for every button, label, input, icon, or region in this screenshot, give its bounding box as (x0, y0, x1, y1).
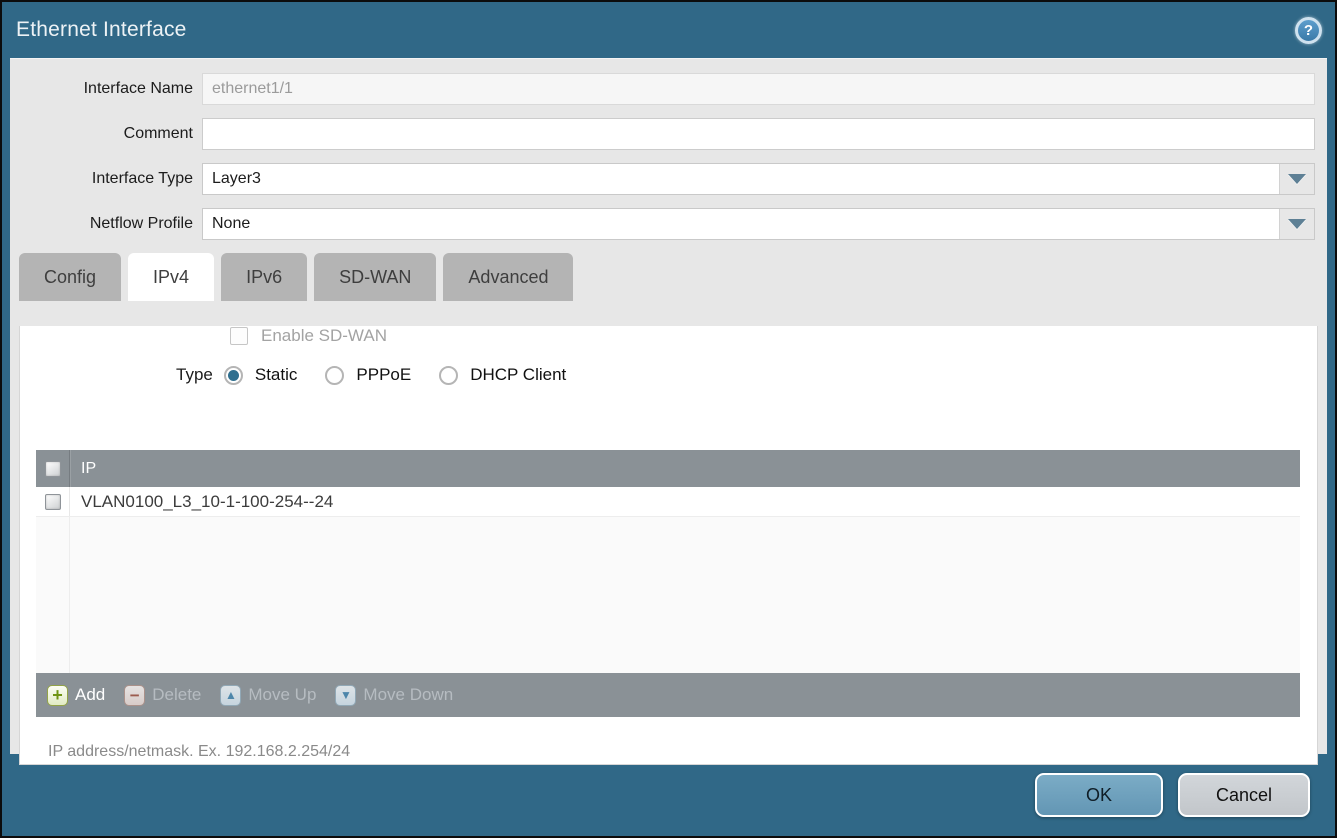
ip-table: IP VLAN0100_L3_10-1-100-254--24 + Add (36, 450, 1300, 717)
ethernet-interface-dialog: Ethernet Interface ? Interface Name Comm… (0, 0, 1337, 838)
tab-sdwan-label: SD-WAN (339, 267, 411, 288)
dialog-content: Interface Name Comment Interface Type La… (10, 58, 1327, 754)
ipv4-tab-panel: Enable SD-WAN Type Static PPPoE DHCP Cli… (19, 326, 1318, 765)
radio-pppoe-label: PPPoE (356, 365, 411, 385)
radio-pppoe[interactable]: PPPoE (325, 365, 411, 385)
tab-sdwan[interactable]: SD-WAN (314, 253, 436, 301)
netflow-profile-row: Netflow Profile None (10, 208, 1327, 240)
tab-ipv4-label: IPv4 (153, 267, 189, 288)
move-up-button[interactable]: ▲ Move Up (220, 685, 316, 706)
move-up-icon: ▲ (220, 685, 241, 706)
radio-pppoe-control[interactable] (325, 366, 344, 385)
move-up-button-label: Move Up (248, 685, 316, 705)
ip-table-header: IP (36, 450, 1300, 487)
ok-button[interactable]: OK (1035, 773, 1163, 817)
interface-name-row: Interface Name (10, 73, 1327, 105)
interface-type-label: Interface Type (10, 170, 202, 188)
row-checkbox-cell (36, 487, 70, 516)
tab-ipv6-label: IPv6 (246, 267, 282, 288)
comment-row: Comment (10, 118, 1327, 150)
help-icon[interactable]: ? (1295, 17, 1322, 44)
ip-column-header: IP (70, 460, 96, 478)
chevron-down-icon (1288, 174, 1306, 184)
checkbox-column-line (36, 517, 70, 673)
netflow-profile-label: Netflow Profile (10, 215, 202, 233)
add-icon: + (47, 685, 68, 706)
interface-type-row: Interface Type Layer3 (10, 163, 1327, 195)
dialog-footer: OK Cancel (2, 754, 1335, 836)
tab-config[interactable]: Config (19, 253, 121, 301)
type-radio-row: Type Static PPPoE DHCP Client (176, 365, 1317, 385)
table-empty-area (36, 517, 1300, 673)
enable-sdwan-row: Enable SD-WAN (230, 326, 1317, 346)
move-down-button[interactable]: ▼ Move Down (335, 685, 453, 706)
radio-dhcp-client-control[interactable] (439, 366, 458, 385)
tab-advanced-label: Advanced (468, 267, 548, 288)
comment-field[interactable] (202, 118, 1315, 150)
select-all-checkbox[interactable] (45, 461, 61, 477)
radio-dhcp-client[interactable]: DHCP Client (439, 365, 566, 385)
tab-advanced[interactable]: Advanced (443, 253, 573, 301)
comment-label: Comment (10, 125, 202, 143)
netflow-profile-value: None (203, 209, 1279, 239)
add-button-label: Add (75, 685, 105, 705)
netflow-profile-select[interactable]: None (202, 208, 1315, 240)
move-down-icon: ▼ (335, 685, 356, 706)
delete-button[interactable]: − Delete (124, 685, 201, 706)
enable-sdwan-checkbox (230, 327, 248, 345)
delete-button-label: Delete (152, 685, 201, 705)
interface-type-value: Layer3 (203, 164, 1279, 194)
add-button[interactable]: + Add (47, 685, 105, 706)
title-bar: Ethernet Interface ? (2, 2, 1335, 58)
interface-type-dropdown-button[interactable] (1279, 164, 1314, 194)
dialog-title: Ethernet Interface (16, 2, 187, 58)
cancel-button[interactable]: Cancel (1178, 773, 1310, 817)
tab-config-label: Config (44, 267, 96, 288)
tab-strip: Config IPv4 IPv6 SD-WAN Advanced (19, 253, 1327, 301)
table-row[interactable]: VLAN0100_L3_10-1-100-254--24 (36, 487, 1300, 517)
delete-icon: − (124, 685, 145, 706)
radio-static-label: Static (255, 365, 298, 385)
interface-type-select[interactable]: Layer3 (202, 163, 1315, 195)
table-toolbar: + Add − Delete ▲ Move Up ▼ Move Down (36, 673, 1300, 717)
tab-ipv6[interactable]: IPv6 (221, 253, 307, 301)
tab-ipv4[interactable]: IPv4 (128, 253, 214, 301)
interface-name-label: Interface Name (10, 80, 202, 98)
help-icon-glyph: ? (1304, 22, 1313, 39)
radio-static-control[interactable] (224, 366, 243, 385)
ip-cell-value: VLAN0100_L3_10-1-100-254--24 (70, 492, 333, 512)
move-down-button-label: Move Down (363, 685, 453, 705)
radio-static[interactable]: Static (224, 365, 298, 385)
type-label: Type (176, 365, 213, 385)
radio-dhcp-client-label: DHCP Client (470, 365, 566, 385)
chevron-down-icon (1288, 219, 1306, 229)
interface-name-field (202, 73, 1315, 105)
row-checkbox[interactable] (45, 494, 61, 510)
enable-sdwan-label: Enable SD-WAN (261, 326, 387, 346)
header-checkbox-cell (36, 450, 70, 487)
netflow-profile-dropdown-button[interactable] (1279, 209, 1314, 239)
